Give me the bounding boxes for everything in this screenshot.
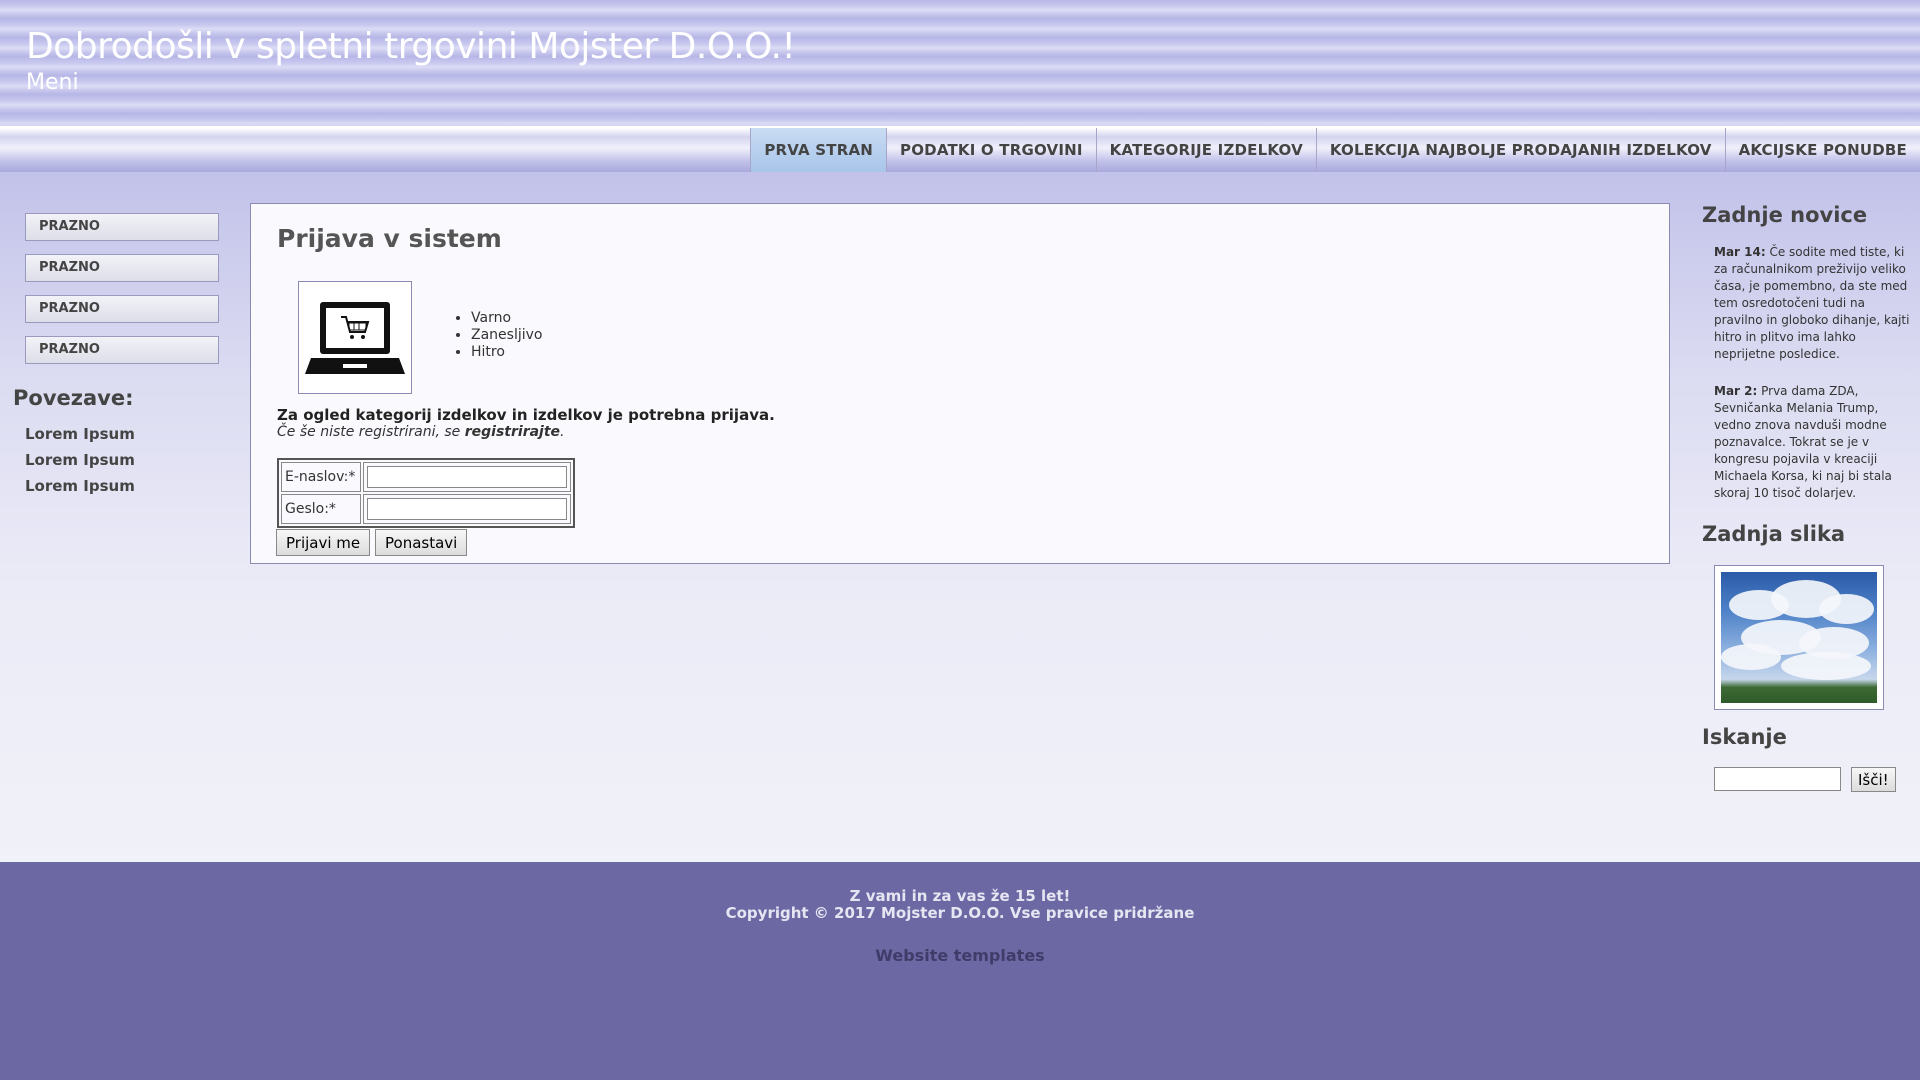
news-date: Mar 2: (1714, 384, 1758, 398)
site-header: Dobrodošli v spletni trgovini Mojster D.… (0, 0, 1920, 126)
nav-item-podatki-o-trgovini[interactable]: PODATKI O TRGOVINI (886, 128, 1096, 172)
main-nav: PRVA STRAN PODATKI O TRGOVINI KATEGORIJE… (0, 126, 1920, 172)
register-prefix: Če še niste registrirani, se (277, 424, 465, 440)
left-menu-item[interactable]: PRAZNO (25, 254, 219, 282)
photo-heading: Zadnja slika (1702, 522, 1846, 546)
site-footer: Z vami in za vas že 15 let! Copyright © … (0, 862, 1920, 1080)
news-heading: Zadnje novice (1702, 203, 1868, 227)
news-text: Če sodite med tiste, ki za računalnikom … (1714, 245, 1910, 361)
footer-copyright: Copyright © 2017 Mojster D.O.O. Vse prav… (725, 904, 1195, 922)
feature-item: Hitro (471, 344, 542, 361)
register-link[interactable]: registrirajte (465, 424, 560, 440)
links-list: Lorem Ipsum Lorem Ipsum Lorem Ipsum (25, 426, 135, 504)
main-content: Prijava v sistem Varno Zanesljivo Hitro … (250, 203, 1670, 564)
link-item[interactable]: Lorem Ipsum (25, 452, 135, 468)
news-item: Mar 2: Prva dama ZDA, Sevničanka Melania… (1714, 383, 1910, 502)
left-menu-item[interactable]: PRAZNO (25, 336, 219, 364)
search-heading: Iskanje (1702, 725, 1787, 749)
register-suffix: . (560, 424, 565, 440)
laptop-image-frame (298, 281, 412, 394)
nav-item-kategorije-izdelkov[interactable]: KATEGORIJE IZDELKOV (1095, 128, 1316, 172)
footer-templates-link[interactable]: Website templates (875, 946, 1044, 965)
link-item[interactable]: Lorem Ipsum (25, 426, 135, 442)
nav-item-prva-stran[interactable]: PRVA STRAN (750, 128, 887, 172)
news-item: Mar 14: Če sodite med tiste, ki za račun… (1714, 244, 1910, 363)
left-menu: PRAZNO PRAZNO PRAZNO PRAZNO (25, 213, 219, 377)
news-text: Prva dama ZDA, Sevničanka Melania Trump,… (1714, 384, 1892, 500)
news-date: Mar 14: (1714, 245, 1766, 259)
nav-item-akcijske-ponudbe[interactable]: AKCIJSKE PONUDBE (1724, 128, 1920, 172)
reset-button[interactable]: Ponastavi (375, 529, 468, 556)
sky-photo (1721, 572, 1877, 703)
left-menu-item[interactable]: PRAZNO (25, 213, 219, 241)
nav-item-kolekcija[interactable]: KOLEKCIJA NAJBOLJE PRODAJANIH IZDELKOV (1315, 128, 1725, 172)
laptop-cart-icon (305, 302, 405, 374)
latest-photo-frame (1714, 565, 1884, 710)
password-field[interactable] (367, 498, 567, 520)
login-button[interactable]: Prijavi me (276, 529, 371, 556)
site-title: Dobrodošli v spletni trgovini Mojster D.… (26, 26, 796, 67)
link-item[interactable]: Lorem Ipsum (25, 478, 135, 494)
feature-list: Varno Zanesljivo Hitro (451, 310, 542, 361)
email-field[interactable] (367, 466, 567, 488)
register-note: Če še niste registrirani, se registriraj… (277, 424, 565, 440)
search-input[interactable] (1714, 767, 1841, 791)
email-label: E-naslov:* (281, 462, 361, 492)
feature-item: Zanesljivo (471, 327, 542, 344)
site-subtitle: Meni (26, 70, 79, 95)
footer-tagline: Z vami in za vas že 15 let! (849, 887, 1071, 905)
password-label: Geslo:* (281, 494, 361, 524)
feature-item: Varno (471, 310, 542, 327)
login-required-note: Za ogled kategorij izdelkov in izdelkov … (277, 406, 775, 424)
search-button[interactable]: Išči! (1851, 767, 1896, 792)
login-form: E-naslov:* Geslo:* (277, 458, 575, 528)
left-menu-item[interactable]: PRAZNO (25, 295, 219, 323)
links-heading: Povezave: (13, 386, 134, 410)
page-title: Prijava v sistem (277, 224, 502, 253)
